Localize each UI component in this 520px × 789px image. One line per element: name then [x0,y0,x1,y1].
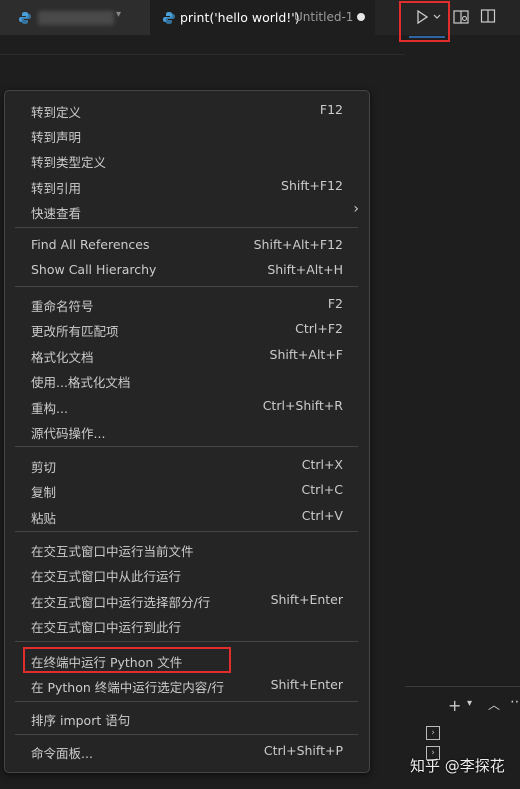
menu-separator [15,531,358,532]
tab-inactive[interactable]: ▾ [0,0,150,35]
shortcut: F12 [319,102,343,117]
menu-separator [15,286,358,287]
menu-item-go-to-type-definition[interactable]: 转到类型定义 [5,148,369,172]
menu-item-format-document[interactable]: 格式化文档 Shift+Alt+F [5,343,369,367]
shortcut: Shift+Alt+F12 [253,237,343,252]
menu-item-go-to-definition[interactable]: 转到定义 F12 [5,98,369,122]
menu-item-copy[interactable]: 复制 Ctrl+C [5,478,369,502]
menu-item-find-all-references[interactable]: Find All References Shift+Alt+F12 [5,233,369,257]
tab-description: Untitled-1 [294,10,354,24]
menu-item-paste[interactable]: 粘贴 Ctrl+V [5,504,369,528]
menu-separator [15,701,358,702]
menu-item-sort-imports[interactable]: 排序 import 语句 [5,706,369,730]
split-editor-icon[interactable] [480,8,496,28]
shortcut: Ctrl+F2 [295,321,343,336]
shortcut: Ctrl+V [301,508,343,523]
open-preview-icon[interactable] [452,8,470,30]
chevron-down-icon: ▾ [116,9,122,20]
menu-item-source-action[interactable]: 源代码操作... [5,419,369,443]
menu-item-go-to-declaration[interactable]: 转到声明 [5,123,369,147]
menu-item-run-selection-interactive[interactable]: 在交互式窗口中运行选择部分/行 Shift+Enter [5,588,369,612]
shortcut: Shift+F12 [281,178,343,193]
new-terminal-plus-icon[interactable]: + [448,696,461,715]
terminal-icon[interactable]: › [426,726,440,740]
shortcut: Shift+Enter [270,592,343,607]
shortcut: F2 [327,296,343,311]
chevron-down-icon[interactable]: ▾ [467,698,472,709]
menu-separator [15,227,358,228]
menu-item-run-current-file-interactive[interactable]: 在交互式窗口中运行当前文件 [5,537,369,561]
shortcut: Shift+Alt+H [267,262,343,277]
chevron-right-icon: › [353,201,359,217]
more-icon[interactable]: ⋯ [510,694,520,710]
editor-context-menu: 转到定义 F12 转到声明 转到类型定义 转到引用 Shift+F12 快速查看 › … [4,90,370,773]
shortcut: Shift+Alt+F [269,347,343,362]
menu-item-peek[interactable]: 快速查看 › [5,199,369,223]
menu-item-run-selection-python-terminal[interactable]: 在 Python 终端中运行选定内容/行 Shift+Enter [5,673,369,697]
menu-item-run-to-line-interactive[interactable]: 在交互式窗口中运行到此行 [5,613,369,637]
menu-item-rename-symbol[interactable]: 重命名符号 F2 [5,292,369,316]
editor-divider [0,54,405,55]
panel-border [405,686,520,687]
menu-item-refactor[interactable]: 重构... Ctrl+Shift+R [5,394,369,418]
unsaved-dot-icon[interactable] [357,13,365,21]
menu-item-show-call-hierarchy[interactable]: Show Call Hierarchy Shift+Alt+H [5,258,369,282]
menu-item-run-from-line-interactive[interactable]: 在交互式窗口中从此行运行 [5,562,369,586]
shortcut: Ctrl+Shift+P [263,743,343,758]
menu-item-change-all-occurrences[interactable]: 更改所有匹配项 Ctrl+F2 [5,317,369,341]
chevron-up-icon[interactable]: ︿ [488,696,500,713]
menu-separator [15,446,358,447]
python-file-icon [18,10,32,29]
menu-item-command-palette[interactable]: 命令面板... Ctrl+Shift+P [5,739,369,763]
watermark: 知乎 @李探花 [410,757,505,775]
python-file-icon [162,10,176,29]
annotation-highlight-run-in-terminal [23,647,231,673]
shortcut: Shift+Enter [270,677,343,692]
tab-title: print('hello world!') [180,10,300,25]
annotation-highlight-run-button [399,1,450,42]
shortcut: Ctrl+Shift+R [262,398,343,413]
shortcut: Ctrl+X [301,457,343,472]
menu-item-cut[interactable]: 剪切 Ctrl+X [5,453,369,477]
menu-item-format-document-with[interactable]: 使用...格式化文档 [5,368,369,392]
menu-separator [15,734,358,735]
tab-active[interactable]: print('hello world!') Untitled-1 [150,0,375,35]
menu-separator [15,641,358,642]
menu-item-go-to-references[interactable]: 转到引用 Shift+F12 [5,174,369,198]
shortcut: Ctrl+C [301,482,343,497]
blurred-tab-label [38,11,114,25]
